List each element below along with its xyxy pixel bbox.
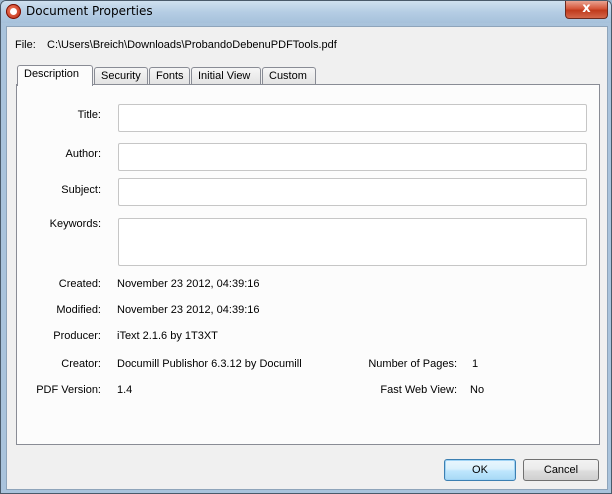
producer-label: Producer:	[53, 330, 101, 342]
number-of-pages-value: 1	[472, 358, 479, 370]
title-input[interactable]	[118, 104, 587, 132]
modified-label: Modified:	[56, 304, 101, 316]
tab-initial-view[interactable]: Initial View	[191, 67, 261, 84]
author-label: Author:	[65, 148, 101, 160]
created-value: November 23 2012, 04:39:16	[117, 278, 260, 290]
window-title: Document Properties	[26, 4, 153, 18]
keywords-input[interactable]	[118, 218, 587, 266]
subject-input[interactable]	[118, 178, 587, 206]
creator-label: Creator:	[61, 358, 101, 370]
fast-web-view-label: Fast Web View:	[380, 384, 457, 396]
tab-fonts[interactable]: Fonts	[149, 67, 190, 84]
subject-label: Subject:	[61, 184, 101, 196]
title-label: Title:	[77, 109, 101, 121]
modified-value: November 23 2012, 04:39:16	[117, 304, 260, 316]
tab-security[interactable]: Security	[94, 67, 148, 84]
document-properties-window: Document Properties x File: C:\Users\Bre…	[0, 0, 612, 494]
producer-value: iText 2.1.6 by 1T3XT	[117, 330, 218, 342]
title-bar[interactable]: Document Properties x	[1, 1, 611, 23]
close-button[interactable]: x	[565, 1, 608, 19]
tab-custom[interactable]: Custom	[262, 67, 316, 84]
pdf-version-value: 1.4	[117, 384, 133, 396]
file-path: C:\Users\Breich\Downloads\ProbandoDebenu…	[47, 39, 337, 51]
created-label: Created:	[58, 278, 101, 290]
pdf-version-label: PDF Version:	[36, 384, 101, 396]
close-icon: x	[582, 1, 591, 16]
ok-button[interactable]: OK	[444, 459, 516, 481]
description-panel: Title: Author: Subject: Keywords: Create…	[16, 84, 600, 445]
file-label: File:	[15, 39, 36, 51]
fast-web-view-value: No	[470, 384, 485, 396]
pdf-app-icon	[6, 4, 21, 19]
author-input[interactable]	[118, 143, 587, 171]
keywords-label: Keywords:	[49, 218, 101, 230]
creator-value: Documill Publishor 6.3.12 by Documill	[117, 358, 302, 370]
tab-description[interactable]: Description	[17, 65, 93, 86]
dialog-body: File: C:\Users\Breich\Downloads\Probando…	[6, 26, 608, 490]
number-of-pages-label: Number of Pages:	[368, 358, 457, 370]
cancel-button[interactable]: Cancel	[523, 459, 599, 481]
